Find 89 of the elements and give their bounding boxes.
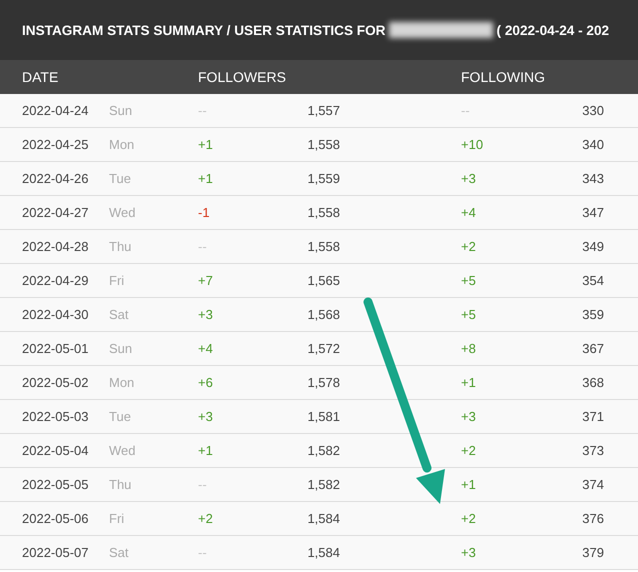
date-cell: 2022-05-01 <box>22 341 88 356</box>
following-cell: 359 <box>582 307 604 322</box>
date-cell: 2022-04-25 <box>22 137 88 152</box>
date-cell: 2022-05-06 <box>22 511 88 526</box>
following-cell: 379 <box>582 545 604 560</box>
weekday-cell: Thu <box>109 239 132 254</box>
followers-cell: 1,578 <box>307 375 340 390</box>
date-cell: 2022-05-02 <box>22 375 88 390</box>
followers-change-cell: -- <box>198 545 207 560</box>
followers-cell: 1,558 <box>307 137 340 152</box>
following-change-cell: +8 <box>461 341 476 356</box>
column-header: FOLLOWERS <box>198 69 287 85</box>
weekday-cell: Sun <box>109 341 132 356</box>
followers-cell: 1,582 <box>307 443 340 458</box>
date-cell: 2022-04-24 <box>22 103 88 118</box>
following-cell: 354 <box>582 273 604 288</box>
following-cell: 349 <box>582 239 604 254</box>
followers-change-cell: +4 <box>198 341 213 356</box>
following-change-cell: +2 <box>461 511 476 526</box>
weekday-cell: Sat <box>109 545 129 560</box>
column-header: FOLLOWING <box>461 69 546 85</box>
following-cell: 373 <box>582 443 604 458</box>
following-change-cell: +5 <box>461 273 476 288</box>
date-cell: 2022-04-28 <box>22 239 88 254</box>
following-cell: 343 <box>582 171 604 186</box>
date-cell: 2022-04-30 <box>22 307 88 322</box>
followers-change-cell: +7 <box>198 273 213 288</box>
weekday-cell: Sat <box>109 307 129 322</box>
followers-change-cell: +1 <box>198 137 213 152</box>
following-change-cell: +5 <box>461 307 476 322</box>
following-change-cell: +2 <box>461 443 476 458</box>
followers-cell: 1,558 <box>307 239 340 254</box>
date-cell: 2022-04-26 <box>22 171 88 186</box>
following-cell: 376 <box>582 511 604 526</box>
followers-change-cell: -1 <box>198 205 210 220</box>
following-change-cell: +1 <box>461 477 476 492</box>
following-change-cell: +3 <box>461 545 476 560</box>
weekday-cell: Fri <box>109 511 124 526</box>
followers-cell: 1,565 <box>307 273 340 288</box>
following-change-cell: +3 <box>461 171 476 186</box>
followers-cell: 1,584 <box>307 545 340 560</box>
weekday-cell: Mon <box>109 137 134 152</box>
weekday-cell: Wed <box>109 205 136 220</box>
following-change-cell: +3 <box>461 409 476 424</box>
followers-change-cell: -- <box>198 103 207 118</box>
weekday-cell: Wed <box>109 443 136 458</box>
date-cell: 2022-05-05 <box>22 477 88 492</box>
followers-cell: 1,584 <box>307 511 340 526</box>
following-cell: 347 <box>582 205 604 220</box>
followers-cell: 1,572 <box>307 341 340 356</box>
followers-change-cell: -- <box>198 477 207 492</box>
weekday-cell: Thu <box>109 477 132 492</box>
following-change-cell: +10 <box>461 137 484 152</box>
weekday-cell: Fri <box>109 273 124 288</box>
followers-change-cell: +2 <box>198 511 213 526</box>
column-header: DATE <box>22 69 60 85</box>
followers-change-cell: -- <box>198 239 207 254</box>
following-cell: 340 <box>582 137 604 152</box>
following-cell: 368 <box>582 375 604 390</box>
weekday-cell: Tue <box>109 171 131 186</box>
followers-cell: 1,582 <box>307 477 340 492</box>
following-cell: 367 <box>582 341 604 356</box>
followers-cell: 1,558 <box>307 205 340 220</box>
following-change-cell: +4 <box>461 205 476 220</box>
followers-cell: 1,581 <box>307 409 340 424</box>
date-cell: 2022-05-04 <box>22 443 88 458</box>
date-cell: 2022-04-27 <box>22 205 88 220</box>
followers-change-cell: +1 <box>198 443 213 458</box>
page-title: INSTAGRAM STATS SUMMARY / USER STATISTICS FOR <box>22 22 386 38</box>
following-cell: 374 <box>582 477 604 492</box>
followers-cell: 1,568 <box>307 307 340 322</box>
weekday-cell: Tue <box>109 409 131 424</box>
following-cell: 371 <box>582 409 604 424</box>
date-range: ( 2022-04-24 - 202 <box>496 22 610 38</box>
following-change-cell: +1 <box>461 375 476 390</box>
weekday-cell: Mon <box>109 375 134 390</box>
weekday-cell: Sun <box>109 103 132 118</box>
followers-cell: 1,559 <box>307 171 340 186</box>
date-cell: 2022-05-07 <box>22 545 88 560</box>
following-cell: 330 <box>582 103 604 118</box>
followers-change-cell: +3 <box>198 409 213 424</box>
followers-change-cell: +6 <box>198 375 213 390</box>
date-cell: 2022-05-03 <box>22 409 88 424</box>
following-change-cell: +2 <box>461 239 476 254</box>
followers-change-cell: +3 <box>198 307 213 322</box>
followers-change-cell: +1 <box>198 171 213 186</box>
following-change-cell: -- <box>461 103 470 118</box>
date-cell: 2022-04-29 <box>22 273 88 288</box>
followers-cell: 1,557 <box>307 103 340 118</box>
